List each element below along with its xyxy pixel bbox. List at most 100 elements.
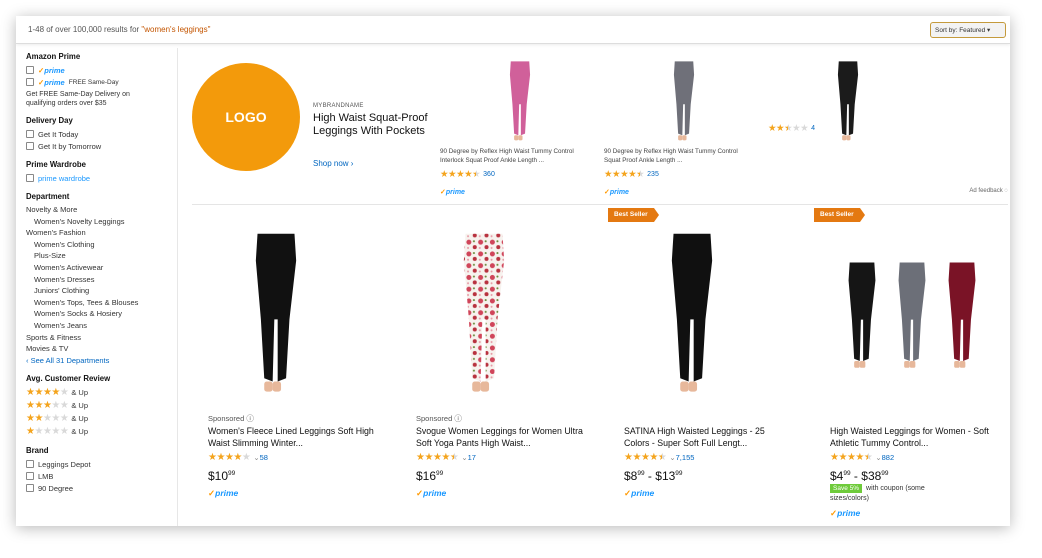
filter-prime-same-day[interactable]: ✓prime FREE Same-Day: [26, 76, 176, 88]
checkbox[interactable]: [26, 460, 34, 469]
prime-logo: ✓prime: [208, 488, 239, 498]
department-link[interactable]: Juniors' Clothing: [26, 285, 176, 297]
leggings-image: [837, 61, 859, 141]
leggings-image: [671, 233, 713, 392]
review-count[interactable]: 360: [483, 171, 495, 178]
review-filter-row[interactable]: ★★★★★ & Up: [26, 386, 176, 399]
filter-brand-option[interactable]: LMB: [26, 470, 176, 482]
price-fraction: 99: [843, 470, 851, 477]
department-link[interactable]: Movies & TV: [26, 343, 176, 355]
filter-option-label: Leggings Depot: [38, 459, 91, 469]
prime-logo: ✓prime: [38, 77, 65, 87]
banner-product-card[interactable]: 90 Degree by Reflex High Waist Tummy Con…: [440, 58, 600, 199]
product-price[interactable]: $1699: [416, 469, 443, 483]
product-title[interactable]: 90 Degree by Reflex High Waist Tummy Con…: [604, 148, 754, 165]
checkbox[interactable]: [26, 78, 34, 86]
review-count[interactable]: 7,155: [676, 453, 695, 462]
prime-label: prime: [631, 488, 655, 498]
product-rating[interactable]: ★★★★★ 235: [604, 168, 764, 181]
product-rating[interactable]: ★★★★★ ⌄ 7,155: [624, 452, 694, 463]
product-title[interactable]: 90 Degree by Reflex High Waist Tummy Con…: [440, 148, 590, 165]
department-link[interactable]: Women's Tops, Tees & Blouses: [26, 297, 176, 309]
department-link[interactable]: Women's Clothing: [26, 239, 176, 251]
checkbox[interactable]: [26, 484, 34, 493]
info-icon[interactable]: ⓘ: [244, 414, 254, 423]
product-card[interactable]: Sponsored ⓘ Svogue Women Leggings for Wom…: [400, 208, 600, 526]
department-link[interactable]: Women's Novelty Leggings: [26, 216, 176, 228]
review-count[interactable]: 235: [647, 171, 659, 178]
star-rating-icon: ★★★★★: [26, 426, 69, 438]
filter-delivery-option[interactable]: Get It by Tomorrow: [26, 140, 176, 152]
product-image[interactable]: [440, 58, 600, 142]
department-link[interactable]: Plus-Size: [26, 250, 176, 262]
department-link[interactable]: Novelty & More: [26, 204, 176, 216]
prime-label: prime: [837, 508, 861, 518]
product-card[interactable]: Best Seller High Waisted Leggings for Wom…: [814, 208, 1010, 526]
prime-label: prime: [423, 488, 447, 498]
product-price[interactable]: $899 - $1399: [624, 469, 683, 483]
filter-brand-option[interactable]: 90 Degree: [26, 482, 176, 494]
product-image[interactable]: Best Seller: [814, 208, 1004, 408]
department-link[interactable]: Women's Fashion: [26, 227, 176, 239]
shop-now-link[interactable]: Shop now ›: [313, 159, 353, 168]
filter-prime-wardrobe[interactable]: prime wardrobe: [26, 172, 176, 184]
department-link[interactable]: Women's Socks & Hosiery: [26, 308, 176, 320]
checkbox[interactable]: [26, 174, 34, 182]
review-filter-row[interactable]: ★★★★★ & Up: [26, 412, 176, 425]
checkbox[interactable]: [26, 66, 34, 74]
checkbox[interactable]: [26, 142, 34, 150]
department-link[interactable]: Women's Dresses: [26, 274, 176, 286]
product-title[interactable]: Women's Fleece Lined Leggings Soft High …: [208, 426, 376, 450]
section-divider: [192, 204, 1008, 205]
banner-product-card[interactable]: ★★★★★ 4: [768, 58, 928, 141]
filter-option-label: LMB: [38, 471, 54, 481]
prime-label: prime: [609, 189, 629, 196]
filter-delivery-option[interactable]: Get It Today: [26, 128, 176, 140]
department-link[interactable]: Women's Jeans: [26, 320, 176, 332]
brand-logo[interactable]: LOGO: [192, 63, 300, 171]
product-price[interactable]: $499 - $3899: [830, 469, 889, 483]
star-rating-icon: ★★★★★: [440, 169, 481, 180]
filter-brand-option[interactable]: Leggings Depot: [26, 458, 176, 470]
banner-product-card[interactable]: 90 Degree by Reflex High Waist Tummy Con…: [604, 58, 764, 199]
review-count[interactable]: 17: [468, 453, 476, 462]
product-rating[interactable]: ★★★★★ ⌄ 882: [830, 452, 894, 463]
checkbox[interactable]: [26, 130, 34, 138]
product-rating[interactable]: ★★★★★ ⌄ 58: [208, 452, 268, 463]
filter-option-label: 90 Degree: [38, 483, 74, 493]
product-image[interactable]: [604, 58, 764, 142]
product-image[interactable]: Best Seller: [608, 208, 798, 408]
star-rating-icon: ★★★★★: [830, 452, 873, 463]
filter-prime[interactable]: ✓prime: [26, 64, 176, 76]
product-card[interactable]: Sponsored ⓘ Women's Fleece Lined Leggings…: [192, 208, 392, 526]
product-rating[interactable]: ★★★★★ ⌄ 17: [416, 452, 476, 463]
see-all-departments-link[interactable]: ‹ See All 31 Departments: [26, 355, 176, 367]
banner-headline[interactable]: High Waist Squat-Proof Leggings With Poc…: [313, 112, 435, 138]
prime-logo: ✓prime: [38, 65, 65, 75]
product-title[interactable]: High Waisted Leggings for Women - Soft A…: [830, 426, 998, 450]
sidebar-divider: [177, 48, 178, 526]
review-count[interactable]: 58: [260, 453, 268, 462]
coupon-row[interactable]: Save 5% with coupon (some: [830, 484, 925, 493]
sort-dropdown[interactable]: Sort by: Featured ▾: [930, 22, 1006, 38]
product-image[interactable]: [400, 208, 590, 408]
review-count[interactable]: 882: [882, 453, 895, 462]
department-link[interactable]: Women's Activewear: [26, 262, 176, 274]
brand-name: MYBRANDNAME: [313, 103, 364, 109]
product-rating[interactable]: ★★★★★ 360: [440, 168, 600, 181]
department-link[interactable]: Sports & Fitness: [26, 332, 176, 344]
ad-feedback[interactable]: Ad feedback ◌: [969, 188, 1008, 194]
product-title[interactable]: Svogue Women Leggings for Women Ultra So…: [416, 426, 584, 450]
review-filter-row[interactable]: ★★★★★ & Up: [26, 399, 176, 412]
info-icon[interactable]: ⓘ: [452, 414, 462, 423]
price-fraction: 99: [637, 470, 645, 477]
product-image[interactable]: [192, 208, 382, 408]
sponsored-label: Sponsored ⓘ: [416, 413, 462, 424]
checkbox[interactable]: [26, 472, 34, 481]
review-filter-row[interactable]: ★★★★★ & Up: [26, 425, 176, 438]
avg-review-options: ★★★★★ & Up ★★★★★ & Up ★★★★★ & Up ★★★★★ & Up: [26, 386, 176, 438]
product-image[interactable]: [768, 58, 928, 142]
product-title[interactable]: SATINA High Waisted Leggings - 25 Colors…: [624, 426, 792, 450]
product-card[interactable]: Best Seller SATINA High Waisted Leggings …: [608, 208, 808, 526]
product-price[interactable]: $1099: [208, 469, 235, 483]
